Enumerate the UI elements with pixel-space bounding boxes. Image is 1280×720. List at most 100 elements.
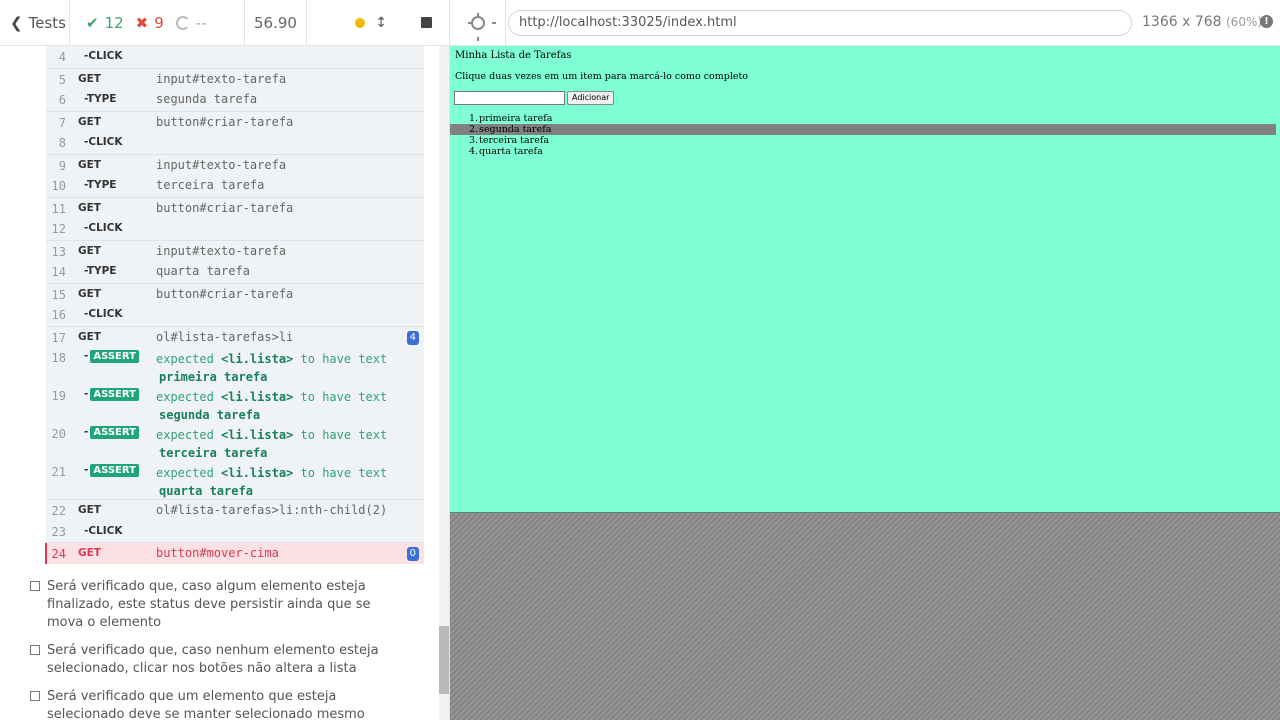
command-row[interactable]: 5 GET input#texto-tarefa [46, 67, 424, 89]
command-number: 13 [51, 244, 66, 259]
passed-count: 12 [104, 13, 124, 32]
pending-count: -- [195, 13, 207, 32]
viewport-size: 1366 x 768 [1142, 14, 1222, 30]
command-number: 22 [51, 504, 66, 518]
command-number: 14 [51, 265, 66, 279]
task-number: 2. [469, 124, 479, 135]
assert-value: segunda tarefa [159, 408, 261, 422]
command-row[interactable]: 19 - ASSERT expected <li.lista> to have tex… [46, 385, 424, 423]
command-name: - ASSERT [84, 426, 139, 439]
command-message: ol#lista-tarefas>li:nth-child(2) [156, 503, 388, 517]
command-name: -TYPE [84, 179, 117, 191]
command-row[interactable]: 13 GET input#texto-tarefa [46, 239, 424, 261]
command-message: quarta tarefa [156, 264, 250, 278]
scrollbar-thumb[interactable] [439, 626, 449, 694]
reporter-scrollbar[interactable] [439, 46, 449, 720]
x-icon: ✖ [135, 13, 149, 32]
task-text-input[interactable] [454, 91, 565, 105]
assert-value: terceira tarefa [159, 446, 268, 460]
command-name: -CLICK [84, 524, 123, 537]
passed-stat[interactable]: ✔ 12 [86, 14, 124, 32]
command-row[interactable]: 20 - ASSERT expected <li.lista> to have tex… [46, 423, 424, 461]
url-bar[interactable]: http://localhost:33025/index.html [508, 10, 1132, 36]
command-row[interactable]: 24 GET button#mover-cima 0 [45, 542, 424, 564]
reporter-panel: ❮ Tests ✔ 12 ✖ 9 -- 56.90 ↕ 4 -CLICK 5 GET i… [0, 0, 450, 720]
command-name: -TYPE [84, 265, 117, 277]
requirement-item[interactable]: Será verificado que, caso algum elemento… [30, 578, 400, 632]
command-row[interactable]: 7 GET button#criar-tarefa [46, 110, 424, 132]
chevron-left-icon: ❮ [10, 13, 23, 32]
command-message: input#texto-tarefa [156, 157, 287, 172]
command-row[interactable]: 8 -CLICK [46, 132, 424, 154]
assert-tag: ASSERT [90, 464, 139, 477]
viewport-info: 1366 x 768 (60%) [1142, 14, 1262, 30]
command-name: GET [78, 330, 101, 343]
task-text: quarta tarefa [479, 146, 543, 157]
requirement-item[interactable]: Será verificado que, caso nenhum element… [30, 642, 400, 678]
command-row[interactable]: 16 -CLICK [46, 304, 424, 326]
auto-scroll-icon[interactable]: ↕ [375, 15, 387, 31]
command-message: expected <li.lista> to have text quarta t… [156, 464, 406, 500]
command-number: 20 [51, 427, 66, 441]
task-item[interactable]: 2. segunda tarefa [450, 124, 1276, 135]
task-item[interactable]: 1. primeira tarefa [450, 113, 1276, 124]
command-dash: - [84, 388, 89, 400]
reporter-header: ❮ Tests ✔ 12 ✖ 9 -- 56.90 ↕ [0, 0, 449, 46]
command-name: GET [78, 201, 101, 214]
command-row[interactable]: 4 -CLICK [46, 46, 424, 68]
assert-expected: expected [156, 466, 214, 480]
command-number: 19 [51, 389, 66, 403]
tests-button[interactable]: ❮ Tests [0, 0, 70, 45]
command-row[interactable]: 21 - ASSERT expected <li.lista> to have tex… [46, 461, 424, 499]
command-row[interactable]: 9 GET input#texto-tarefa [46, 153, 424, 175]
task-list: 1. primeira tarefa 2. segunda tarefa 3. terce… [450, 113, 1276, 157]
command-number: 5 [58, 72, 66, 87]
command-row[interactable]: 17 GET ol#lista-tarefas>li 4 [46, 325, 424, 347]
command-number: 21 [51, 465, 66, 479]
task-text: terceira tarefa [479, 135, 550, 146]
assert-verb: to have text [300, 352, 388, 366]
command-row[interactable]: 14 -TYPE quarta tarefa [46, 261, 424, 283]
command-name: GET [78, 244, 101, 257]
info-icon[interactable]: ! [1260, 15, 1273, 28]
command-number: 18 [51, 351, 66, 365]
assert-expected: expected [156, 352, 214, 366]
running-status-icon [355, 17, 366, 28]
selector-playground-button[interactable] [450, 0, 506, 46]
command-number: 11 [51, 201, 66, 216]
command-message: segunda tarefa [156, 92, 258, 106]
task-text: segunda tarefa [479, 124, 552, 135]
requirement-item[interactable]: Será verificado que um elemento que este… [30, 688, 400, 720]
add-task-button[interactable]: Adicionar [567, 91, 615, 105]
command-name: -CLICK [84, 50, 123, 62]
command-name: GET [78, 504, 101, 516]
command-dash: - [84, 426, 89, 438]
command-row[interactable]: 15 GET button#criar-tarefa [46, 282, 424, 304]
command-row[interactable]: 18 - ASSERT expected <li.lista> to have tex… [46, 347, 424, 385]
element-count-badge: 0 [406, 547, 419, 561]
element-count-badge: 4 [406, 330, 419, 345]
command-name: GET [78, 287, 101, 300]
command-row[interactable]: 11 GET button#criar-tarefa [46, 196, 424, 218]
command-name: -CLICK [84, 136, 123, 148]
command-dash: - [84, 464, 89, 476]
command-number: 10 [51, 179, 66, 193]
command-number: 7 [58, 115, 66, 130]
command-message: expected <li.lista> to have text primeira… [156, 350, 406, 386]
command-row[interactable]: 6 -TYPE segunda tarefa [46, 89, 424, 111]
command-number: 24 [51, 547, 66, 561]
command-row[interactable]: 12 -CLICK [46, 218, 424, 240]
command-message: button#criar-tarefa [156, 200, 294, 215]
checkbox-icon [30, 581, 40, 591]
command-row[interactable]: 22 GET ol#lista-tarefas>li:nth-child(2) [46, 499, 424, 521]
command-row[interactable]: 23 -CLICK [46, 520, 424, 542]
stop-button[interactable] [421, 17, 432, 28]
task-item[interactable]: 4. quarta tarefa [450, 146, 1276, 157]
task-item[interactable]: 3. terceira tarefa [450, 135, 1276, 146]
checkbox-icon [30, 645, 40, 655]
command-row[interactable]: 10 -TYPE terceira tarefa [46, 175, 424, 197]
crosshair-icon [467, 12, 496, 41]
failed-stat[interactable]: ✖ 9 [136, 14, 164, 32]
checkbox-icon [30, 691, 40, 701]
pending-stat[interactable]: -- [175, 13, 207, 32]
